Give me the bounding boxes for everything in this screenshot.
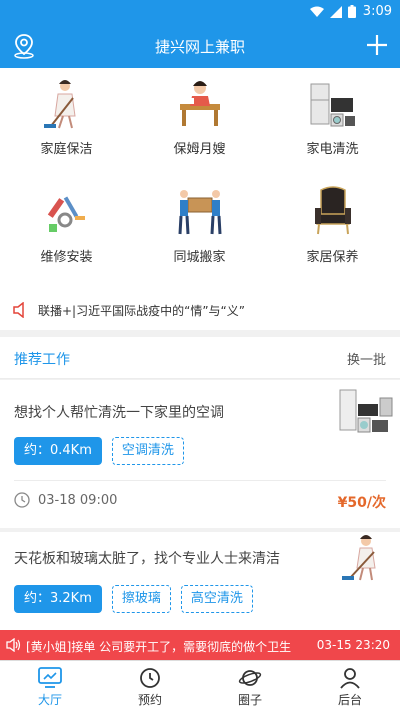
service-label: 维修安装	[40, 250, 93, 265]
service-label: 同城搬家	[173, 250, 226, 265]
tab-backend[interactable]: 后台	[300, 661, 400, 711]
distance-badge: 约：3.2Km	[14, 585, 102, 613]
recommend-header: 推荐工作 换一批	[0, 337, 400, 379]
clock-history-icon	[140, 668, 160, 688]
cleaning-lady-icon	[43, 80, 76, 129]
refresh-button[interactable]: 换一批	[347, 349, 386, 368]
job-card[interactable]: 天花板和玻璃太脏了，找个专业人士来清洁 约：3.2Km 擦玻璃 高空清洗	[0, 532, 400, 630]
news-ticker[interactable]: 联播+|习近平国际战疫中的“情”与“义”	[0, 290, 400, 330]
job-tags: 约：0.4Km 空调清洗	[14, 437, 184, 465]
banner-message: [黄小姐]接单 公司要开工了，需要彻底的做个卫生	[26, 640, 292, 654]
tab-hall[interactable]: 大厅	[0, 661, 100, 711]
service-label: 保姆月嫂	[173, 142, 226, 157]
clock-icon	[14, 492, 30, 508]
service-moving[interactable]: 同城搬家	[133, 180, 266, 286]
recommend-title: 推荐工作	[14, 352, 70, 368]
page-title: 捷兴网上兼职	[154, 38, 245, 56]
service-grid: 家庭保洁 保姆月嫂 家电清洗 维修安装 同城搬家 家居保养	[0, 68, 400, 290]
tab-label: 后台	[337, 693, 362, 707]
speaker-icon	[13, 302, 24, 318]
nanny-icon	[179, 81, 220, 126]
monitor-icon	[38, 667, 62, 688]
add-icon[interactable]	[366, 34, 388, 56]
job-tag[interactable]: 空调清洗	[111, 437, 184, 465]
service-repair-install[interactable]: 维修安装	[0, 180, 133, 286]
speaker-icon	[6, 638, 21, 652]
tab-circle[interactable]: 圈子	[200, 661, 300, 711]
appliances-icon	[310, 83, 355, 127]
tab-appointment[interactable]: 预约	[100, 661, 200, 711]
order-notification-banner[interactable]: [黄小姐]接单 公司要开工了，需要彻底的做个卫生 03-15 23:20	[0, 630, 400, 660]
app-bar: 捷兴网上兼职	[0, 24, 400, 68]
tab-label: 预约	[137, 693, 162, 707]
bottom-tab-bar: 大厅 预约 圈子 后台	[0, 660, 400, 711]
service-label: 家居保养	[306, 250, 359, 265]
job-time: 03-18 09:00	[14, 492, 117, 508]
repair-tools-icon	[47, 196, 85, 232]
battery-icon	[348, 5, 356, 18]
job-time-text: 03-18 09:00	[38, 492, 118, 508]
job-tag[interactable]: 擦玻璃	[111, 585, 171, 613]
movers-icon	[178, 190, 221, 235]
person-icon	[340, 668, 360, 689]
job-tags: 约：3.2Km 擦玻璃 高空清洗	[14, 585, 253, 613]
tab-label: 圈子	[237, 693, 262, 707]
distance-badge: 约：0.4Km	[14, 437, 102, 465]
job-tag[interactable]: 高空清洗	[180, 585, 253, 613]
planet-icon	[238, 670, 262, 686]
status-time: 3:09	[362, 4, 392, 19]
service-appliance-cleaning[interactable]: 家电清洗	[266, 72, 399, 178]
job-title: 想找个人帮忙清洗一下家里的空调	[14, 405, 224, 421]
service-label: 家电清洗	[306, 142, 359, 157]
job-card[interactable]: 想找个人帮忙清洗一下家里的空调 约：0.4Km 空调清洗 03-18 09:00…	[0, 380, 400, 528]
signal-icon	[330, 5, 342, 18]
service-label: 家庭保洁	[40, 142, 93, 157]
banner-datetime: 03-15 23:20	[316, 638, 390, 652]
service-nanny[interactable]: 保姆月嫂	[133, 72, 266, 178]
status-bar: 3:09	[0, 0, 400, 24]
job-price: ¥50/次	[337, 495, 386, 511]
service-furniture-care[interactable]: 家居保养	[266, 180, 399, 286]
appliances-photo	[339, 389, 393, 433]
wifi-icon	[310, 6, 324, 17]
status-icons	[310, 5, 356, 18]
divider	[14, 480, 386, 481]
armchair-icon	[314, 186, 351, 235]
job-title: 天花板和玻璃太脏了，找个专业人士来清洁	[14, 551, 280, 567]
service-home-cleaning[interactable]: 家庭保洁	[0, 72, 133, 178]
cleaning-lady-photo	[342, 535, 376, 581]
tab-label: 大厅	[37, 693, 62, 707]
ticker-text: 联播+|习近平国际战疫中的“情”与“义”	[38, 304, 245, 318]
